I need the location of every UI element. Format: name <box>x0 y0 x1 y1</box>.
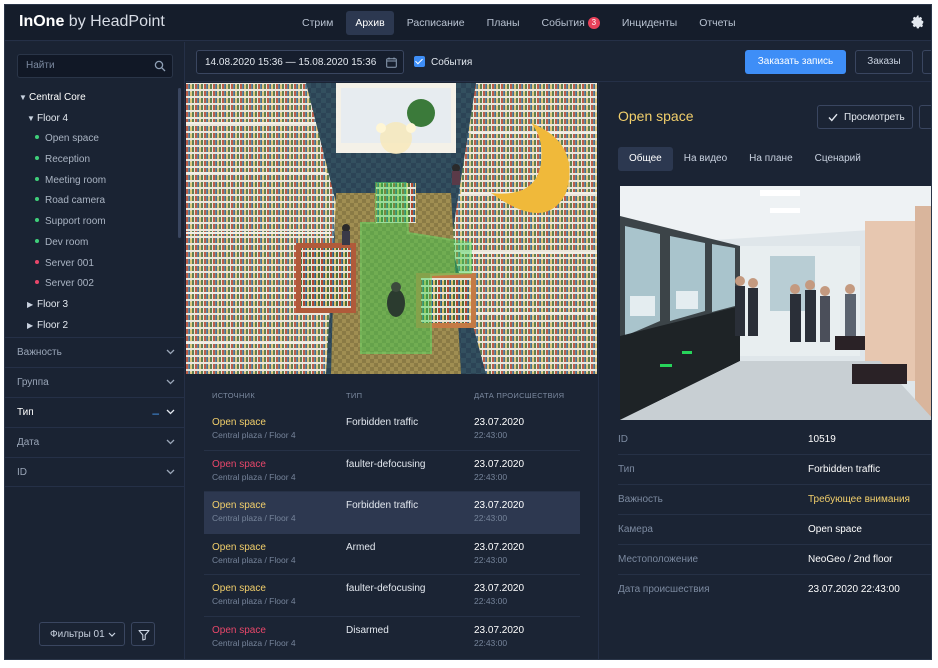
status-dot <box>35 280 39 285</box>
tab-scenario[interactable]: Сценарий <box>804 147 872 171</box>
checkmark-icon <box>828 113 838 122</box>
column-date[interactable]: ДАТА ПРОИСШЕСТВИЯ <box>474 391 564 400</box>
search-input[interactable] <box>26 60 146 71</box>
tree-node-floor-2[interactable]: ▶ Floor 2 <box>5 316 181 337</box>
filter-type[interactable]: Тип – <box>5 397 185 427</box>
table-row[interactable]: Open space Central plaza / Floor 4 fault… <box>204 451 580 492</box>
orders-button[interactable]: Заказы <box>855 50 913 74</box>
nav-incidents[interactable]: Инциденты <box>613 11 686 35</box>
caret-down-icon: ▼ <box>19 93 27 102</box>
property-row: Камера Open space <box>618 515 931 545</box>
table-row[interactable]: Open space Central plaza / Floor 4 fault… <box>204 575 580 617</box>
table-row[interactable]: Open space Central plaza / Floor 4 Armed… <box>204 534 580 575</box>
detail-title: Open space <box>618 108 694 124</box>
nav-reports[interactable]: Отчеты <box>690 11 744 35</box>
order-recording-button[interactable]: Заказать запись <box>745 50 846 74</box>
event-snapshot[interactable] <box>620 186 931 420</box>
nav-events-label: События <box>541 17 585 29</box>
tree-node-central-core[interactable]: ▼ Central Core <box>5 88 181 109</box>
tree-node-meeting-room[interactable]: Meeting room <box>5 171 181 192</box>
calendar-icon <box>386 57 397 68</box>
view-button[interactable]: Просмотреть <box>817 105 913 129</box>
property-row: Дата происшествия 23.07.2020 22:43:00 <box>618 584 900 595</box>
bookstore-camera-image <box>186 83 597 374</box>
filter-id[interactable]: ID <box>5 457 185 487</box>
status-dot <box>35 135 39 140</box>
toolbar-more-button[interactable] <box>922 50 931 74</box>
nav-archive[interactable]: Архив <box>346 11 394 35</box>
filter-importance[interactable]: Важность <box>5 337 185 367</box>
caret-down-icon: ▼ <box>27 113 35 123</box>
events-count-badge: 3 <box>587 17 600 29</box>
chevron-down-icon <box>108 632 116 637</box>
chevron-down-icon <box>166 409 175 415</box>
nav-events[interactable]: События 3 <box>533 11 609 35</box>
event-detail-panel: Open space Просмотреть Общее На видео На… <box>598 83 931 659</box>
status-dot <box>35 259 39 264</box>
events-table: ИСТОЧНИК ТИП ДАТА ПРОИСШЕСТВИЯ Open spac… <box>186 375 597 659</box>
top-bar: InOne by HeadPoint Стрим Архив Расписани… <box>5 5 931 41</box>
office-snapshot-image <box>620 186 931 420</box>
caret-right-icon: ▶ <box>27 299 34 309</box>
filter-button[interactable] <box>131 622 155 646</box>
minus-icon[interactable]: – <box>152 406 159 420</box>
column-source[interactable]: ИСТОЧНИК <box>212 391 255 400</box>
tree-node-support-room[interactable]: Support room <box>5 212 181 233</box>
detail-tabs: Общее На видео На плане Сценарий <box>618 147 872 171</box>
sidebar: ▼Central Core ▼Floor 4 Open space Recept… <box>5 42 185 659</box>
filter-preset-select[interactable]: Фильтры 01 <box>39 622 125 646</box>
status-dot <box>35 218 39 223</box>
table-header: ИСТОЧНИК ТИП ДАТА ПРОИСШЕСТВИЯ <box>186 391 597 405</box>
nav-plans[interactable]: Планы <box>478 11 529 35</box>
camera-video-feed[interactable] <box>186 83 597 374</box>
table-row-selected[interactable]: Open space Central plaza / Floor 4 Forbi… <box>204 492 580 534</box>
column-type[interactable]: ТИП <box>346 391 362 400</box>
tab-general[interactable]: Общее <box>618 147 673 171</box>
nav-stream[interactable]: Стрим <box>293 11 342 35</box>
status-dot <box>35 156 39 161</box>
tree-node-floor-3[interactable]: ▶ Floor 3 <box>5 295 181 316</box>
tree-node-open-space[interactable]: Open space <box>5 129 181 150</box>
tree-node-reception[interactable]: Reception <box>5 150 181 171</box>
tab-on-plan[interactable]: На плане <box>738 147 803 171</box>
tree-node-server-001[interactable]: Server 001 <box>5 254 181 275</box>
tree-node-floor-4[interactable]: ▼ Floor 4 <box>5 109 181 130</box>
search-icon[interactable] <box>154 60 166 72</box>
app-window: InOne by HeadPoint Стрим Архив Расписани… <box>4 4 932 660</box>
chevron-down-icon <box>166 349 175 355</box>
property-row: Тип Forbidden traffic <box>618 455 931 485</box>
chevron-down-icon <box>166 469 175 475</box>
table-row[interactable]: Open space Central plaza / Floor 4 Disar… <box>204 617 580 659</box>
main-nav: Стрим Архив Расписание Планы События 3 Ин… <box>293 11 745 35</box>
property-row: ID 10519 <box>618 425 931 455</box>
nav-schedule[interactable]: Расписание <box>398 11 474 35</box>
property-row: Важность Требующее внимания <box>618 485 931 515</box>
checkbox-checked-icon <box>414 56 425 67</box>
camera-tree: ▼ Central Core ▼ Floor 4 Open space Recept… <box>5 88 181 336</box>
filter-date[interactable]: Дата <box>5 427 185 457</box>
date-range-picker[interactable]: 14.08.2020 15:36 — 15.08.2020 15:36 <box>196 50 404 74</box>
app-logo[interactable]: InOne by HeadPoint <box>19 13 165 31</box>
property-row: Местоположение NeoGeo / 2nd floor <box>618 545 931 575</box>
chevron-down-icon <box>166 439 175 445</box>
tab-on-video[interactable]: На видео <box>673 147 738 171</box>
tree-scrollbar[interactable] <box>178 88 181 238</box>
tree-node-road-camera[interactable]: Road camera <box>5 191 181 212</box>
status-dot <box>35 197 39 202</box>
status-dot <box>35 238 39 243</box>
funnel-icon <box>138 629 150 641</box>
tree-node-server-002[interactable]: Server 002 <box>5 274 181 295</box>
status-dot <box>35 176 39 181</box>
caret-right-icon: ▶ <box>27 320 34 330</box>
table-row[interactable]: Open space Central plaza / Floor 4 Forbi… <box>204 409 580 451</box>
events-checkbox[interactable]: События <box>414 56 472 68</box>
tree-node-dev-room[interactable]: Dev room <box>5 233 181 254</box>
filter-group[interactable]: Группа <box>5 367 185 397</box>
archive-box-button[interactable] <box>919 105 931 129</box>
archive-toolbar: 14.08.2020 15:36 — 15.08.2020 15:36 Собы… <box>186 42 931 82</box>
gear-icon[interactable] <box>911 15 925 29</box>
chevron-down-icon <box>166 379 175 385</box>
search-box[interactable] <box>17 54 173 78</box>
